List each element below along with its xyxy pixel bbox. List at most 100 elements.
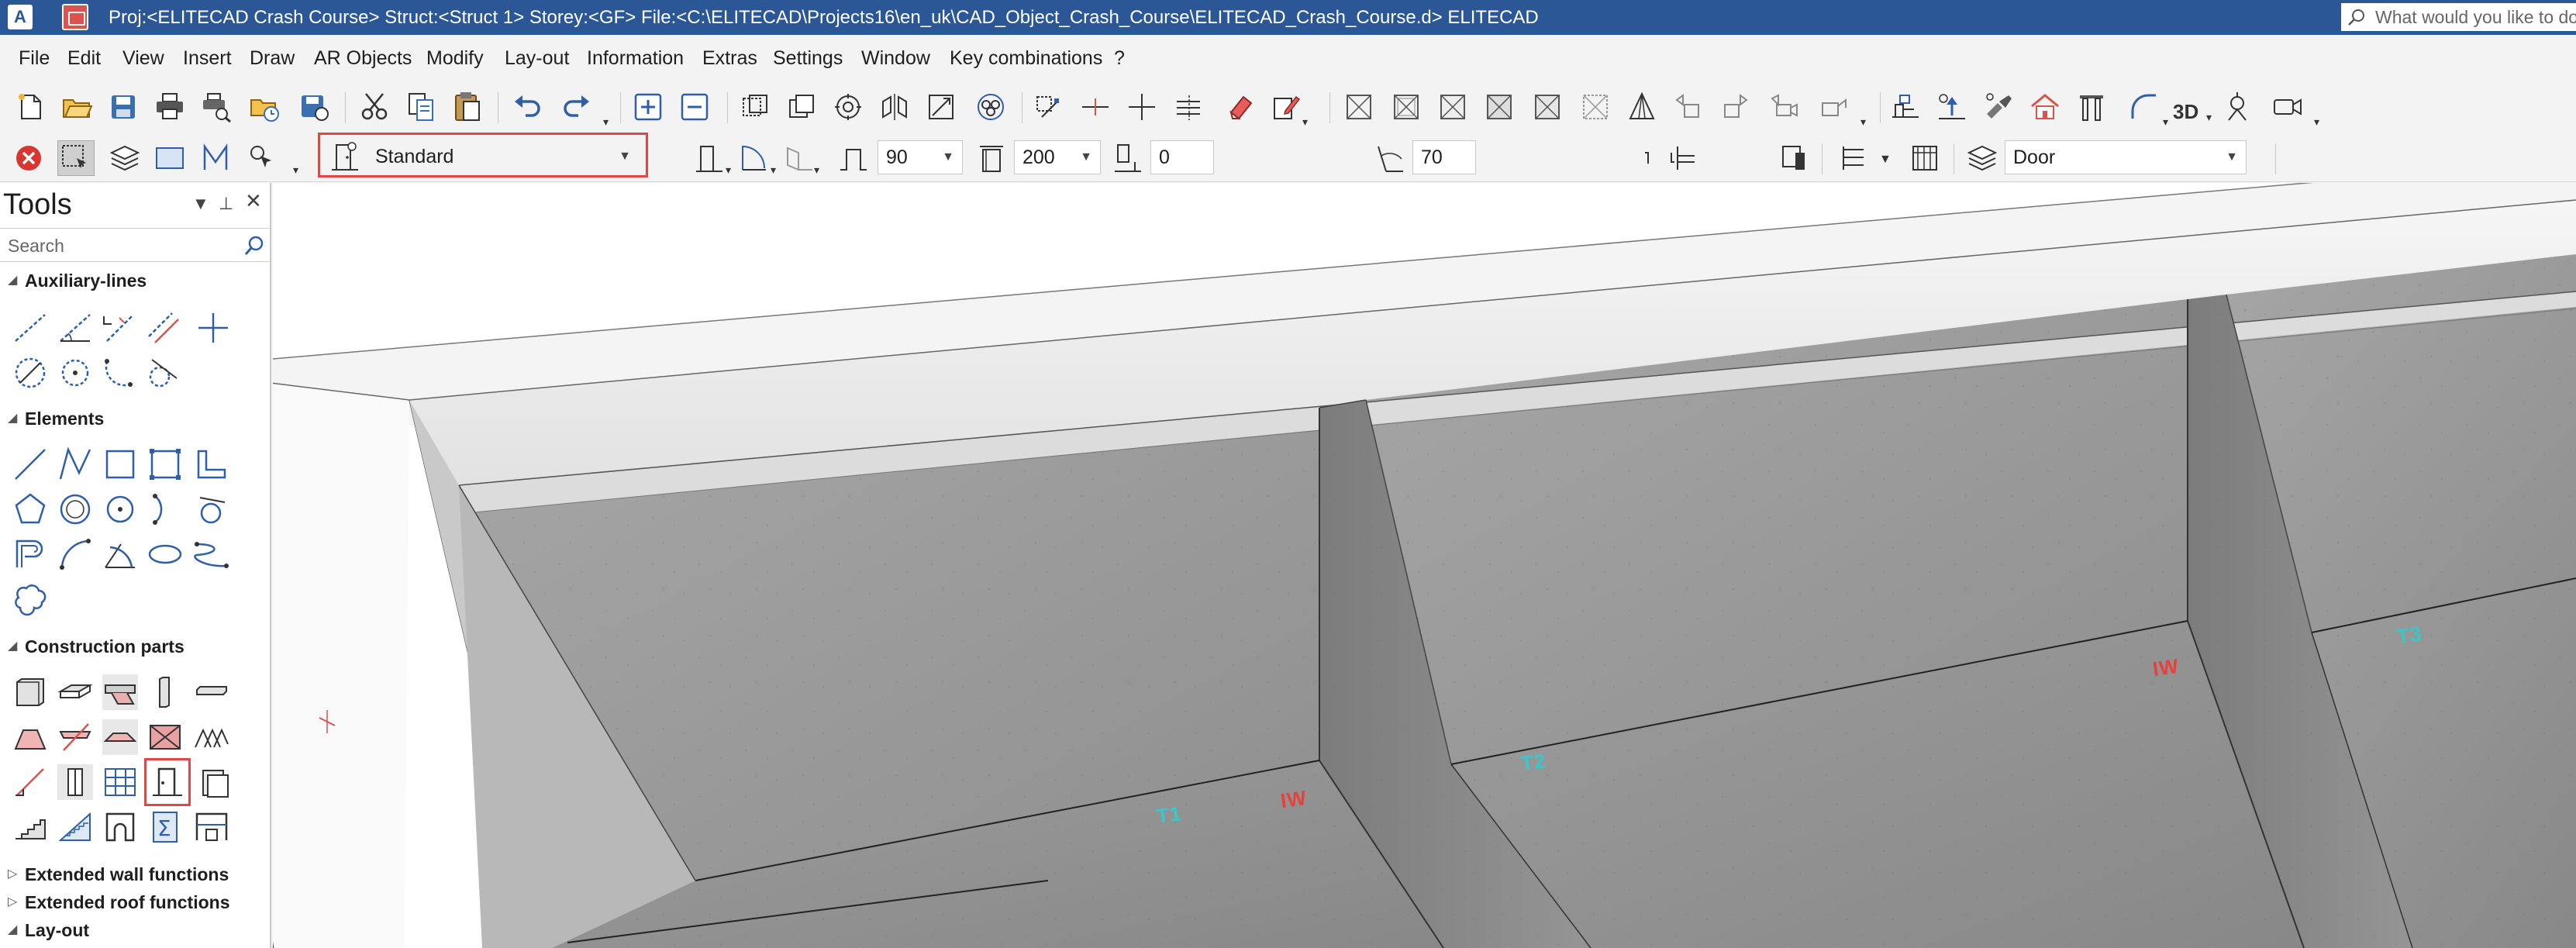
- spline-icon[interactable]: [194, 536, 229, 572]
- door-opening-icon[interactable]: [783, 142, 816, 174]
- aux-cross-icon[interactable]: [195, 310, 231, 346]
- door-swing-icon[interactable]: [738, 142, 771, 174]
- zoom-previous-icon[interactable]: [785, 91, 818, 123]
- roof-cut-icon[interactable]: [57, 719, 93, 755]
- tell-me-search[interactable]: What would you like to do: [2341, 3, 2576, 31]
- snap-intersection-icon[interactable]: [1126, 91, 1158, 123]
- menu-layout[interactable]: Lay-out: [505, 35, 569, 81]
- ellipse-icon[interactable]: [147, 536, 183, 572]
- polyline-icon[interactable]: [57, 446, 93, 482]
- l-shape-icon[interactable]: [194, 446, 229, 482]
- redo-dropdown-icon[interactable]: ▾: [603, 115, 609, 129]
- view-front-icon[interactable]: [1343, 91, 1375, 123]
- circle-center-icon[interactable]: [102, 491, 138, 527]
- circle-icon[interactable]: [57, 491, 93, 527]
- section-layout[interactable]: ◢ Lay-out: [0, 918, 89, 943]
- arc-three-point-icon[interactable]: [147, 491, 183, 527]
- line-icon[interactable]: [12, 446, 48, 482]
- scale-view-icon[interactable]: [925, 91, 957, 123]
- arc-tangent-icon[interactable]: [194, 491, 229, 527]
- arc-object-icon[interactable]: [2128, 91, 2160, 123]
- save-icon[interactable]: [107, 91, 140, 123]
- rectangle-select-icon[interactable]: [153, 142, 186, 174]
- menu-key-combinations[interactable]: Key combinations: [950, 35, 1102, 81]
- save-as-icon[interactable]: [298, 91, 331, 123]
- aux-parallel-icon[interactable]: [146, 310, 181, 346]
- room-icon[interactable]: [194, 809, 229, 845]
- roof-truss-icon[interactable]: [194, 719, 229, 755]
- search-icon[interactable]: [243, 235, 265, 257]
- menu-modify[interactable]: Modify: [426, 35, 484, 81]
- curtain-wall-icon[interactable]: [102, 764, 138, 800]
- window-icon[interactable]: [57, 764, 93, 800]
- reveal-icon[interactable]: [1637, 142, 1670, 174]
- offset-polyline-icon[interactable]: [12, 536, 48, 572]
- view-back-icon[interactable]: [1390, 91, 1422, 123]
- angle-field[interactable]: 70: [1412, 140, 1476, 174]
- aux-line-icon[interactable]: [12, 310, 48, 346]
- print-icon[interactable]: [153, 91, 186, 123]
- cancel-icon[interactable]: [12, 142, 45, 174]
- door-hinge-icon[interactable]: [693, 142, 726, 174]
- wall-icon[interactable]: [12, 674, 48, 710]
- object-catalog-icon[interactable]: [1909, 142, 1941, 174]
- view-bottom-icon[interactable]: [1579, 91, 1612, 123]
- column-icon[interactable]: [147, 674, 183, 710]
- view-iso-2-icon[interactable]: [1719, 91, 1751, 123]
- height-field[interactable]: 200 ▼: [1014, 140, 1101, 174]
- wall-layers-dropdown-icon[interactable]: ▼: [1879, 153, 1891, 167]
- width-field[interactable]: 90 ▼: [878, 140, 963, 174]
- polygon-icon[interactable]: [12, 491, 48, 527]
- view-left-icon[interactable]: [1436, 91, 1469, 123]
- undo-icon[interactable]: [512, 91, 544, 123]
- 3d-view-icon[interactable]: 3D: [2173, 100, 2198, 124]
- view-dropdown-icon[interactable]: ▾: [1860, 115, 1866, 129]
- storey-up-icon[interactable]: [1936, 91, 1968, 123]
- opening-icon[interactable]: [197, 764, 233, 800]
- slab-icon[interactable]: [57, 674, 93, 710]
- wall-layers-icon[interactable]: [1837, 142, 1870, 174]
- roof-slab-icon[interactable]: [102, 674, 138, 710]
- stair-icon[interactable]: [12, 809, 48, 845]
- section-construction-parts[interactable]: ◢ Construction parts: [0, 634, 184, 659]
- dormer-icon[interactable]: [147, 719, 183, 755]
- arc-dropdown-icon[interactable]: ▾: [2163, 115, 2168, 129]
- section-extended-wall-functions[interactable]: ▷ Extended wall functions: [0, 862, 229, 887]
- render-settings-icon[interactable]: [974, 91, 1007, 123]
- panel-menu-icon[interactable]: ▼: [192, 194, 209, 214]
- cut-icon[interactable]: [358, 91, 391, 123]
- redraw-icon[interactable]: [832, 91, 864, 123]
- section-auxiliary-lines[interactable]: ◢ Auxiliary-lines: [0, 268, 147, 293]
- menu-help[interactable]: ?: [1114, 35, 1125, 81]
- zoom-in-icon[interactable]: [632, 91, 664, 123]
- arc-angle-icon[interactable]: [102, 536, 138, 572]
- menu-information[interactable]: Information: [587, 35, 684, 81]
- menu-view[interactable]: View: [122, 35, 164, 81]
- snap-point-icon[interactable]: [1031, 91, 1064, 123]
- structure-icon[interactable]: [1889, 91, 1922, 123]
- pin-icon[interactable]: ⊥: [219, 194, 233, 214]
- roof-window-icon[interactable]: [102, 719, 138, 755]
- swing-dropdown-icon[interactable]: ▾: [771, 164, 776, 177]
- rectangle-icon[interactable]: [102, 446, 138, 482]
- pen-edit-icon[interactable]: [1270, 91, 1302, 123]
- room-outline-icon[interactable]: [102, 809, 138, 845]
- pick-point-icon[interactable]: [245, 142, 278, 174]
- aux-angle-line-icon[interactable]: [57, 310, 93, 346]
- perspective-icon[interactable]: [1626, 91, 1658, 123]
- app-icon[interactable]: A: [8, 5, 33, 29]
- print-preview-icon[interactable]: [200, 91, 233, 123]
- aux-arc-icon[interactable]: [101, 355, 136, 391]
- menu-ar-objects[interactable]: AR Objects: [314, 35, 412, 81]
- menu-settings[interactable]: Settings: [773, 35, 843, 81]
- layer-combo[interactable]: Door ▼: [2005, 140, 2247, 174]
- menu-edit[interactable]: Edit: [67, 35, 101, 81]
- stair-line-icon[interactable]: [12, 764, 48, 800]
- house-object-icon[interactable]: [2029, 91, 2061, 123]
- opening-dropdown-icon[interactable]: ▾: [814, 164, 819, 177]
- aux-circle-icon[interactable]: [12, 355, 48, 391]
- pen-dropdown-icon[interactable]: ▾: [1302, 115, 1308, 129]
- room-sum-icon[interactable]: Σ: [147, 809, 183, 845]
- snap-midpoint-icon[interactable]: [1079, 91, 1112, 123]
- parapet-field[interactable]: 0: [1150, 140, 1214, 174]
